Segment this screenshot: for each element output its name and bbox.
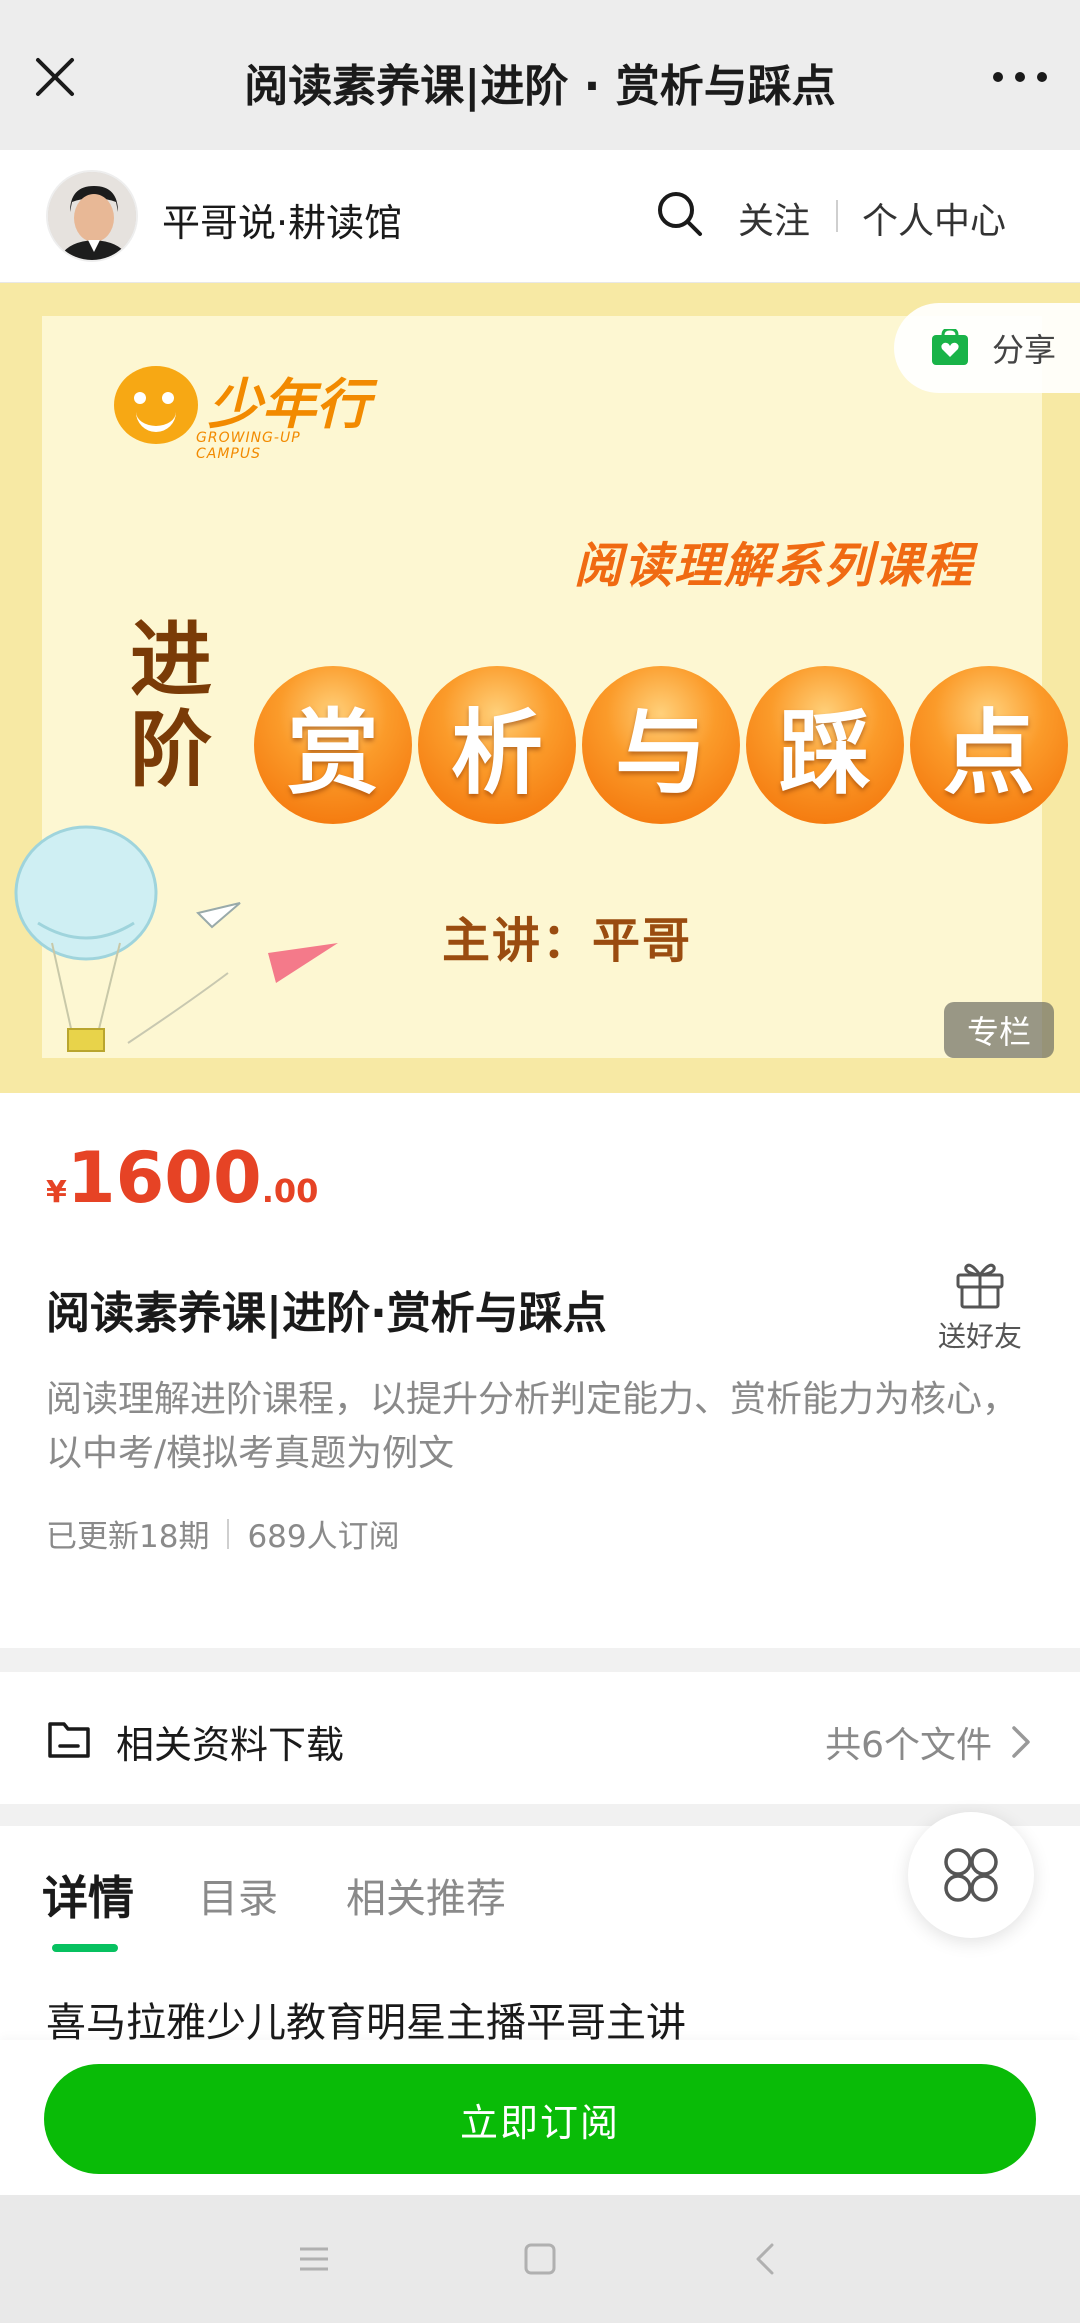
title-circle: 点 — [910, 666, 1068, 824]
column-tag: 专栏 — [944, 1002, 1054, 1058]
speaker-label: 主讲：平哥 — [442, 913, 693, 969]
title-bar: 阅读素养课|进阶 · 赏析与踩点 — [0, 0, 1080, 150]
gift-label: 送好友 — [937, 1320, 1022, 1353]
tab-catalog[interactable]: 目录 — [198, 1866, 278, 1924]
back-icon[interactable] — [746, 2239, 786, 2279]
tab-recommend[interactable]: 相关推荐 — [346, 1866, 506, 1924]
gift-button[interactable]: 送好友 — [930, 1257, 1030, 1355]
title-circle: 赏 — [254, 666, 412, 824]
tab-details[interactable]: 详情 — [42, 1862, 134, 1928]
active-tab-indicator — [52, 1944, 118, 1952]
divider — [227, 1518, 230, 1549]
clover-grid-icon — [944, 1848, 998, 1902]
course-stats: 已更新18期 689人订阅 — [46, 1511, 400, 1556]
page-title: 阅读素养课|进阶 · 赏析与踩点 — [244, 61, 836, 112]
chevron-right-icon — [1012, 1726, 1030, 1758]
search-icon[interactable] — [654, 188, 706, 240]
gift-icon — [956, 1263, 1004, 1309]
menu-icon[interactable] — [294, 2239, 334, 2279]
materials-download-row[interactable]: 相关资料下载 共6个文件 — [0, 1672, 1080, 1804]
avatar[interactable] — [46, 170, 138, 262]
follow-button[interactable]: 关注 — [738, 192, 810, 244]
file-count: 共6个文件 — [825, 1725, 992, 1766]
floating-menu-button[interactable] — [908, 1812, 1034, 1938]
course-banner[interactable]: 少年行 GROWING-UP CAMPUS 阅读理解系列课程 进阶 赏 析 与 … — [0, 283, 1080, 1093]
title-circles: 赏 析 与 踩 点 — [254, 666, 1074, 824]
title-circle: 踩 — [746, 666, 904, 824]
title-circle: 与 — [582, 666, 740, 824]
subscribe-button[interactable]: 立即订阅 — [44, 2064, 1036, 2174]
download-label: 相关资料下载 — [116, 1723, 345, 1767]
smiley-logo-icon — [114, 366, 198, 444]
share-bag-icon — [932, 329, 968, 365]
share-button[interactable]: 分享 — [894, 303, 1080, 393]
folder-icon — [48, 1722, 90, 1758]
course-description: 阅读理解进阶课程，以提升分析判定能力、赏析能力为核心，以中考/模拟考真题为例文 — [46, 1379, 1019, 1474]
advance-label: 进阶 — [130, 613, 213, 799]
divider — [836, 200, 838, 232]
hot-air-balloon-illustration — [14, 825, 338, 1052]
account-bar: 平哥说·耕读馆 关注 个人中心 — [0, 150, 1080, 283]
subscriber-count: 689人订阅 — [247, 1519, 400, 1555]
account-name[interactable]: 平哥说·耕读馆 — [162, 192, 402, 247]
close-icon[interactable] — [30, 52, 80, 102]
price: ¥1600.00 — [46, 1137, 319, 1219]
brand-logo: 少年行 GROWING-UP CAMPUS — [114, 366, 370, 462]
title-circle: 析 — [418, 666, 576, 824]
update-count: 已更新18期 — [46, 1519, 210, 1555]
series-title: 阅读理解系列课程 — [574, 538, 975, 594]
system-nav-bar — [0, 2195, 1080, 2323]
course-info: ¥1600.00 阅读素养课|进阶·赏析与踩点 送好友 阅读理解进阶课程，以提升… — [0, 1093, 1080, 1648]
bottom-bar: 立即订阅 — [0, 2040, 1080, 2195]
share-label: 分享 — [992, 331, 1057, 369]
more-icon[interactable] — [990, 62, 1050, 92]
home-icon[interactable] — [520, 2239, 560, 2279]
personal-center-link[interactable]: 个人中心 — [862, 192, 1006, 244]
course-title: 阅读素养课|进阶·赏析与踩点 — [46, 1288, 607, 1339]
